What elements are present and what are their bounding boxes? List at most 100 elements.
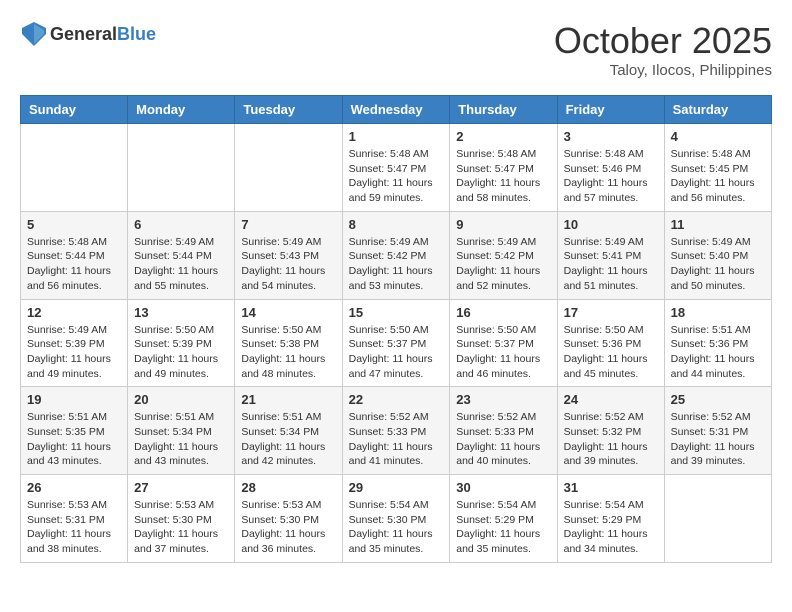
table-row [128,124,235,212]
day-number: 12 [27,305,121,320]
table-row: 19 Sunrise: 5:51 AM Sunset: 5:35 PM Dayli… [21,387,128,475]
day-info: Sunrise: 5:48 AM Sunset: 5:44 PM Dayligh… [27,235,121,294]
day-number: 25 [671,392,765,407]
day-info: Sunrise: 5:51 AM Sunset: 5:35 PM Dayligh… [27,410,121,469]
table-row: 20Sunrise: 5:51 AM Sunset: 5:34 PM Dayli… [128,387,235,475]
day-number: 5 [27,217,121,232]
day-number: 19 [27,392,121,407]
table-row: 31 Sunrise: 5:54 AM Sunset: 5:29 PM Dayli… [557,475,664,563]
table-row [235,124,342,212]
day-info: Sunrise: 5:51 AM Sunset: 5:36 PM Dayligh… [671,323,765,382]
table-row: 23 Sunrise: 5:52 AM Sunset: 5:33 PM Dayli… [450,387,557,475]
table-row: 17 Sunrise: 5:50 AM Sunset: 5:36 PM Dayli… [557,299,664,387]
day-info: Sunrise: 5:49 AM Sunset: 5:44 PM Dayligh… [134,235,228,294]
table-row: 24 Sunrise: 5:52 AM Sunset: 5:32 PM Dayli… [557,387,664,475]
day-number: 21 [241,392,335,407]
table-row: 11Sunrise: 5:49 AM Sunset: 5:40 PM Dayli… [664,211,771,299]
day-number: 24 [564,392,658,407]
day-info: Sunrise: 5:50 AM Sunset: 5:37 PM Dayligh… [456,323,550,382]
day-info: Sunrise: 5:54 AM Sunset: 5:29 PM Dayligh… [456,498,550,557]
title-block: October 2025 Taloy, Ilocos, Philippines [554,20,772,79]
table-row: 2 Sunrise: 5:48 AM Sunset: 5:47 PM Daylig… [450,124,557,212]
day-number: 4 [671,129,765,144]
header-thursday: Thursday [450,96,557,124]
month-title: October 2025 [554,20,772,62]
day-number: 23 [456,392,550,407]
day-info: Sunrise: 5:52 AM Sunset: 5:33 PM Dayligh… [456,410,550,469]
day-number: 17 [564,305,658,320]
table-row: 10 Sunrise: 5:49 AM Sunset: 5:41 PM Dayli… [557,211,664,299]
day-number: 9 [456,217,550,232]
calendar-week-1: 1Sunrise: 5:48 AM Sunset: 5:47 PM Daylig… [21,124,772,212]
day-info: Sunrise: 5:48 AM Sunset: 5:46 PM Dayligh… [564,147,658,206]
header-wednesday: Wednesday [342,96,450,124]
logo: GeneralBlue [20,20,156,48]
day-info: Sunrise: 5:54 AM Sunset: 5:29 PM Dayligh… [564,498,658,557]
table-row: 21 Sunrise: 5:51 AM Sunset: 5:34 PM Dayli… [235,387,342,475]
page-header: GeneralBlue October 2025 Taloy, Ilocos, … [20,20,772,79]
logo-text-general: General [50,24,117,44]
day-number: 29 [349,480,444,495]
day-number: 27 [134,480,228,495]
table-row: 25 Sunrise: 5:52 AM Sunset: 5:31 PM Dayli… [664,387,771,475]
table-row: 16 Sunrise: 5:50 AM Sunset: 5:37 PM Dayli… [450,299,557,387]
day-info: Sunrise: 5:50 AM Sunset: 5:38 PM Dayligh… [241,323,335,382]
day-number: 10 [564,217,658,232]
day-info: Sunrise: 5:48 AM Sunset: 5:45 PM Dayligh… [671,147,765,206]
table-row: 28 Sunrise: 5:53 AM Sunset: 5:30 PM Dayli… [235,475,342,563]
day-info: Sunrise: 5:49 AM Sunset: 5:42 PM Dayligh… [349,235,444,294]
table-row: 22 Sunrise: 5:52 AM Sunset: 5:33 PM Dayli… [342,387,450,475]
day-number: 28 [241,480,335,495]
calendar-week-3: 12 Sunrise: 5:49 AM Sunset: 5:39 PM Dayli… [21,299,772,387]
calendar-header-row: Sunday Monday Tuesday Wednesday Thursday… [21,96,772,124]
day-info: Sunrise: 5:51 AM Sunset: 5:34 PM Dayligh… [241,410,335,469]
day-info: Sunrise: 5:52 AM Sunset: 5:32 PM Dayligh… [564,410,658,469]
table-row: 18Sunrise: 5:51 AM Sunset: 5:36 PM Dayli… [664,299,771,387]
location-subtitle: Taloy, Ilocos, Philippines [554,62,772,79]
logo-text-blue: Blue [117,24,156,44]
table-row: 5 Sunrise: 5:48 AM Sunset: 5:44 PM Daylig… [21,211,128,299]
table-row: 14 Sunrise: 5:50 AM Sunset: 5:38 PM Dayli… [235,299,342,387]
calendar-week-4: 19 Sunrise: 5:51 AM Sunset: 5:35 PM Dayli… [21,387,772,475]
day-info: Sunrise: 5:50 AM Sunset: 5:36 PM Dayligh… [564,323,658,382]
day-number: 7 [241,217,335,232]
day-number: 8 [349,217,444,232]
day-info: Sunrise: 5:50 AM Sunset: 5:37 PM Dayligh… [349,323,444,382]
table-row: 4 Sunrise: 5:48 AM Sunset: 5:45 PM Daylig… [664,124,771,212]
table-row: 6Sunrise: 5:49 AM Sunset: 5:44 PM Daylig… [128,211,235,299]
table-row: 27 Sunrise: 5:53 AM Sunset: 5:30 PM Dayli… [128,475,235,563]
day-number: 15 [349,305,444,320]
day-info: Sunrise: 5:49 AM Sunset: 5:41 PM Dayligh… [564,235,658,294]
day-number: 31 [564,480,658,495]
header-sunday: Sunday [21,96,128,124]
table-row: 30 Sunrise: 5:54 AM Sunset: 5:29 PM Dayli… [450,475,557,563]
day-number: 2 [456,129,550,144]
header-saturday: Saturday [664,96,771,124]
day-info: Sunrise: 5:54 AM Sunset: 5:30 PM Dayligh… [349,498,444,557]
day-number: 13 [134,305,228,320]
day-info: Sunrise: 5:53 AM Sunset: 5:31 PM Dayligh… [27,498,121,557]
day-info: Sunrise: 5:53 AM Sunset: 5:30 PM Dayligh… [241,498,335,557]
table-row: 7Sunrise: 5:49 AM Sunset: 5:43 PM Daylig… [235,211,342,299]
day-number: 20 [134,392,228,407]
day-number: 16 [456,305,550,320]
logo-icon [20,20,48,48]
day-info: Sunrise: 5:48 AM Sunset: 5:47 PM Dayligh… [456,147,550,206]
day-number: 30 [456,480,550,495]
table-row: 13Sunrise: 5:50 AM Sunset: 5:39 PM Dayli… [128,299,235,387]
table-row: 3 Sunrise: 5:48 AM Sunset: 5:46 PM Daylig… [557,124,664,212]
day-number: 3 [564,129,658,144]
day-number: 14 [241,305,335,320]
day-info: Sunrise: 5:53 AM Sunset: 5:30 PM Dayligh… [134,498,228,557]
table-row: 29 Sunrise: 5:54 AM Sunset: 5:30 PM Dayli… [342,475,450,563]
day-info: Sunrise: 5:49 AM Sunset: 5:40 PM Dayligh… [671,235,765,294]
day-info: Sunrise: 5:49 AM Sunset: 5:39 PM Dayligh… [27,323,121,382]
table-row: 9Sunrise: 5:49 AM Sunset: 5:42 PM Daylig… [450,211,557,299]
header-friday: Friday [557,96,664,124]
day-number: 22 [349,392,444,407]
table-row: 26Sunrise: 5:53 AM Sunset: 5:31 PM Dayli… [21,475,128,563]
day-info: Sunrise: 5:52 AM Sunset: 5:33 PM Dayligh… [349,410,444,469]
table-row [21,124,128,212]
day-info: Sunrise: 5:52 AM Sunset: 5:31 PM Dayligh… [671,410,765,469]
header-tuesday: Tuesday [235,96,342,124]
